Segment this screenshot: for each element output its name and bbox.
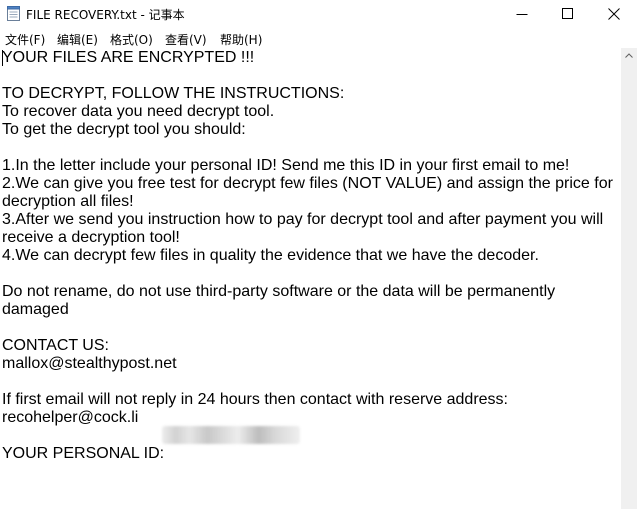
close-button[interactable] [591, 0, 637, 28]
menu-file[interactable]: 文件(F) [5, 31, 45, 48]
maximize-icon [562, 8, 573, 19]
menu-format[interactable]: 格式(O) [110, 31, 153, 48]
text-editor[interactable]: YOUR FILES ARE ENCRYPTED !!! TO DECRYPT,… [0, 48, 621, 509]
redacted-personal-id [162, 426, 300, 444]
notepad-icon [7, 6, 20, 21]
close-icon [608, 8, 620, 20]
menu-view[interactable]: 查看(V) [165, 31, 207, 48]
scroll-up-button[interactable] [621, 48, 637, 64]
chevron-up-icon [625, 53, 633, 58]
minimize-button[interactable] [499, 0, 545, 28]
menu-edit[interactable]: 编辑(E) [57, 31, 98, 48]
minimize-icon [516, 14, 528, 15]
menu-help[interactable]: 帮助(H) [220, 31, 262, 48]
notepad-window: FILE RECOVERY.txt - 记事本 文件(F) 编辑(E) 格式(O… [0, 0, 637, 509]
maximize-button[interactable] [545, 0, 591, 28]
document-text[interactable]: YOUR FILES ARE ENCRYPTED !!! TO DECRYPT,… [2, 49, 614, 463]
title-bar[interactable]: FILE RECOVERY.txt - 记事本 [0, 0, 637, 28]
scroll-thumb[interactable] [623, 65, 635, 505]
window-title: FILE RECOVERY.txt - 记事本 [26, 8, 185, 22]
text-caret [2, 50, 3, 66]
vertical-scrollbar[interactable] [621, 48, 637, 509]
menu-bar: 文件(F) 编辑(E) 格式(O) 查看(V) 帮助(H) [0, 28, 637, 48]
